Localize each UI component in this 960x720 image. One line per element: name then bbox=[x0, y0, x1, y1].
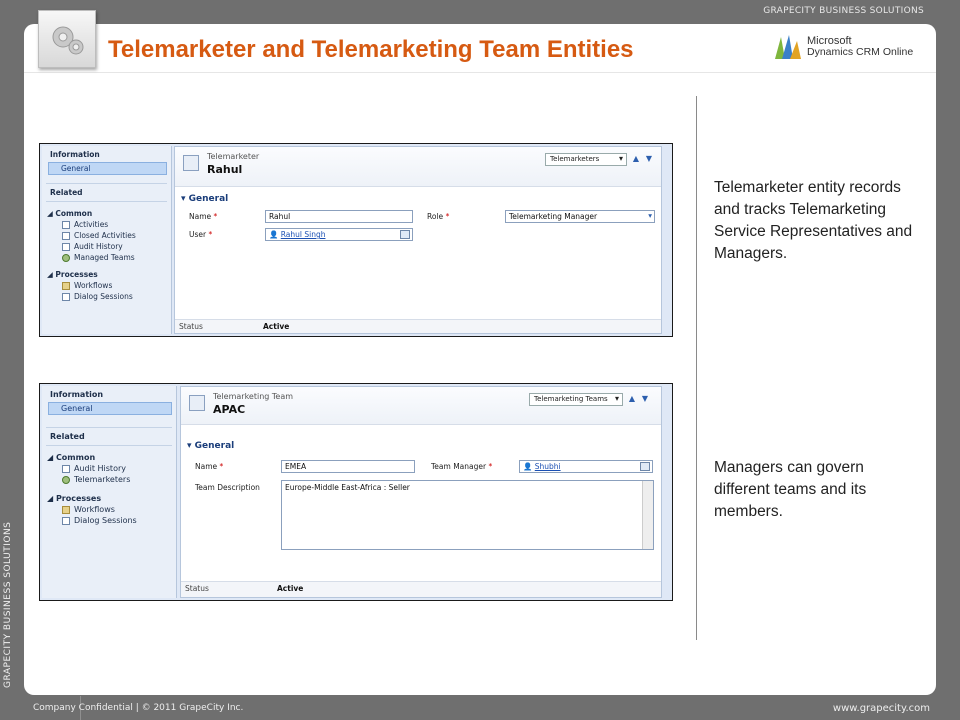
nav-divider bbox=[46, 183, 167, 184]
user-lookup[interactable]: 👤 Rahul Singh bbox=[265, 228, 413, 241]
telemarketer-form-screenshot: Information General Related ◢ Common Act… bbox=[39, 143, 673, 337]
chevron-down-icon: ▾ bbox=[648, 211, 652, 220]
nav-group-processes[interactable]: ◢ Processes bbox=[42, 491, 176, 504]
audit-history-icon bbox=[62, 464, 70, 473]
nav-divider bbox=[46, 445, 172, 446]
form-header: Telemarketing Team APAC Telemarketing Te… bbox=[181, 387, 661, 425]
nav-group-common[interactable]: ◢ Common bbox=[42, 206, 171, 219]
lookup-icon[interactable] bbox=[640, 462, 650, 471]
nav-item-activities[interactable]: Activities bbox=[42, 219, 171, 230]
dialog-sessions-icon bbox=[62, 292, 70, 301]
brand-top: GRAPECITY BUSINESS SOLUTIONS bbox=[763, 6, 924, 16]
managed-teams-icon bbox=[62, 253, 70, 262]
footer-copyright: Company Confidential | © 2011 GrapeCity … bbox=[33, 703, 244, 713]
status-value: Active bbox=[263, 322, 290, 331]
vertical-divider bbox=[696, 96, 697, 640]
name-field[interactable]: EMEA bbox=[281, 460, 415, 473]
form-nav: Information General Related ◢ Common Aud… bbox=[42, 386, 177, 598]
status-label: Status bbox=[179, 322, 203, 331]
entity-icon bbox=[189, 395, 205, 411]
team-manager-label: Team Manager * bbox=[431, 462, 493, 471]
previous-record-icon[interactable]: ▲ bbox=[630, 153, 642, 166]
dynamics-logo-icon bbox=[775, 35, 801, 59]
section-general[interactable]: ▾ General bbox=[181, 194, 228, 204]
status-bar: Status Active bbox=[181, 581, 661, 597]
team-manager-lookup[interactable]: 👤 Shubhi bbox=[519, 460, 653, 473]
nav-item-dialog-sessions[interactable]: Dialog Sessions bbox=[42, 291, 171, 302]
entity-type-label: Telemarketer bbox=[207, 152, 260, 161]
nav-divider bbox=[46, 427, 172, 428]
status-label: Status bbox=[185, 584, 209, 593]
nav-item-closed-activities[interactable]: Closed Activities bbox=[42, 230, 171, 241]
workflows-icon bbox=[62, 505, 70, 514]
closed-activities-icon bbox=[62, 231, 70, 240]
nav-group-processes[interactable]: ◢ Processes bbox=[42, 267, 171, 280]
previous-record-icon[interactable]: ▲ bbox=[626, 393, 638, 406]
scrollbar[interactable] bbox=[642, 481, 653, 549]
footer-website[interactable]: www.grapecity.com bbox=[833, 703, 930, 714]
nav-item-workflows[interactable]: Workflows bbox=[42, 280, 171, 291]
team-description-field[interactable]: Europe-Middle East-Africa : Seller bbox=[281, 480, 654, 550]
record-name: Rahul bbox=[207, 163, 243, 176]
name-field[interactable]: Rahul bbox=[265, 210, 413, 223]
workflows-icon bbox=[62, 281, 70, 290]
nav-item-audit-history[interactable]: Audit History bbox=[42, 241, 171, 252]
next-record-icon[interactable]: ▼ bbox=[643, 153, 655, 166]
description-telemarketer: Telemarketer entity records and tracks T… bbox=[714, 179, 913, 262]
user-link[interactable]: Rahul Singh bbox=[281, 230, 326, 239]
form-main: Telemarketing Team APAC Telemarketing Te… bbox=[180, 386, 662, 598]
record-name: APAC bbox=[213, 403, 246, 416]
form-main: Telemarketer Rahul Telemarketers ▲ ▼ ▾ G… bbox=[174, 146, 662, 334]
team-manager-link[interactable]: Shubhi bbox=[535, 462, 561, 471]
nav-information: Information bbox=[50, 390, 104, 399]
page-title: Telemarketer and Telemarketing Team Enti… bbox=[108, 36, 634, 63]
team-description-label: Team Description bbox=[195, 483, 260, 492]
microsoft-dynamics-logo: Microsoft Dynamics CRM Online bbox=[773, 33, 913, 61]
audit-history-icon bbox=[62, 242, 70, 251]
nav-item-general[interactable]: General bbox=[48, 402, 172, 415]
team-description-value: Europe-Middle East-Africa : Seller bbox=[285, 483, 410, 492]
nav-item-managed-teams[interactable]: Managed Teams bbox=[42, 252, 171, 263]
dialog-sessions-icon bbox=[62, 516, 70, 525]
section-general[interactable]: ▾ General bbox=[187, 441, 234, 451]
form-header: Telemarketer Rahul Telemarketers ▲ ▼ bbox=[175, 147, 661, 187]
logo-line-2: Dynamics CRM Online bbox=[807, 46, 914, 58]
user-label: User * bbox=[189, 230, 213, 239]
nav-information: Information bbox=[50, 150, 100, 159]
role-label: Role * bbox=[427, 212, 450, 221]
telemarketing-team-form-screenshot: Information General Related ◢ Common Aud… bbox=[39, 383, 673, 601]
nav-item-dialog-sessions[interactable]: Dialog Sessions bbox=[42, 515, 176, 526]
description-managers: Managers can govern different teams and … bbox=[714, 459, 867, 520]
nav-related: Related bbox=[50, 432, 85, 441]
nav-item-workflows[interactable]: Workflows bbox=[42, 504, 176, 515]
status-bar: Status Active bbox=[175, 319, 661, 333]
entity-icon bbox=[183, 155, 199, 171]
brand-side: GRAPECITY BUSINESS SOLUTIONS bbox=[3, 521, 13, 688]
lookup-icon[interactable] bbox=[400, 230, 410, 239]
nav-related: Related bbox=[50, 188, 83, 197]
next-record-icon[interactable]: ▼ bbox=[639, 393, 651, 406]
form-nav: Information General Related ◢ Common Act… bbox=[42, 146, 172, 334]
nav-item-general[interactable]: General bbox=[48, 162, 167, 175]
gear-icon bbox=[38, 10, 96, 68]
name-label: Name * bbox=[189, 212, 218, 221]
nav-item-audit-history[interactable]: Audit History bbox=[42, 463, 176, 474]
title-divider bbox=[24, 72, 936, 73]
nav-group-common[interactable]: ◢ Common bbox=[42, 450, 176, 463]
entity-type-label: Telemarketing Team bbox=[213, 392, 294, 401]
nav-divider bbox=[46, 201, 167, 202]
logo-text: Microsoft Dynamics CRM Online bbox=[807, 36, 913, 58]
status-value: Active bbox=[277, 584, 304, 593]
view-selector[interactable]: Telemarketers bbox=[545, 153, 627, 166]
nav-item-telemarketers[interactable]: Telemarketers bbox=[42, 474, 176, 485]
view-selector[interactable]: Telemarketing Teams bbox=[529, 393, 623, 406]
telemarketers-icon bbox=[62, 475, 70, 484]
activities-icon bbox=[62, 220, 70, 229]
name-label: Name * bbox=[195, 462, 224, 471]
role-select[interactable]: Telemarketing Manager ▾ bbox=[505, 210, 655, 223]
